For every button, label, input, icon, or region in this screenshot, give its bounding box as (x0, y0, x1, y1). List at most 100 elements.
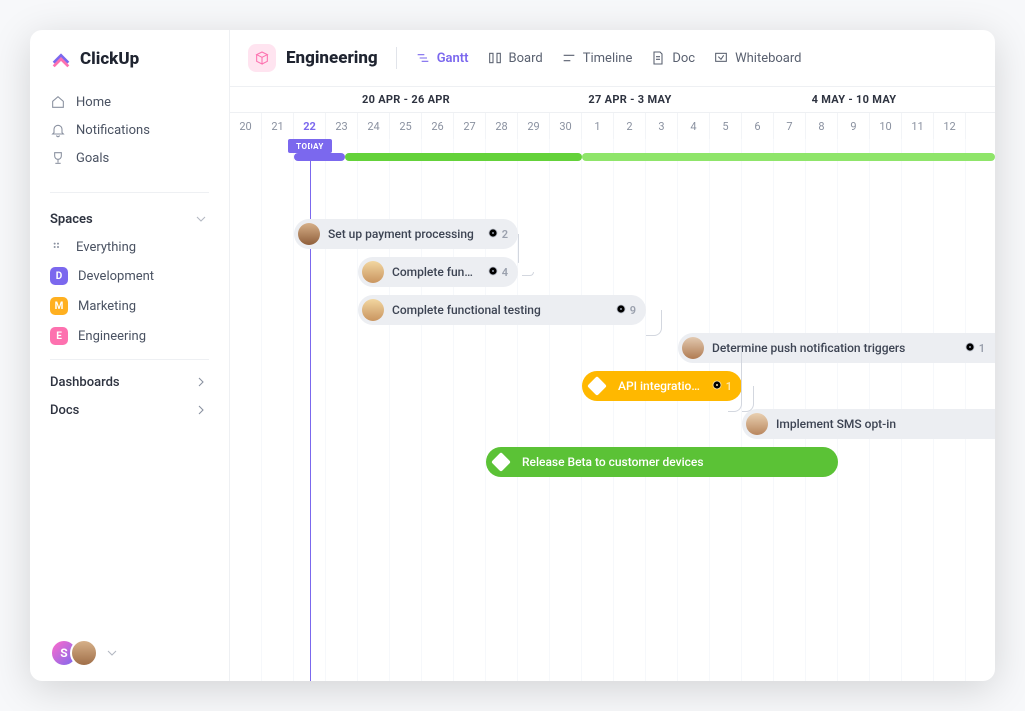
week-label: 27 APR - 3 MAY (518, 87, 742, 112)
dependency-connector (518, 234, 519, 263)
assignee-avatar (298, 223, 320, 245)
gantt-task-milestone[interactable]: API integration...1 (582, 371, 742, 401)
view-tab-board-label: Board (509, 51, 543, 66)
subtask-count: 1 (964, 341, 985, 356)
chevron-down-icon (104, 645, 120, 661)
week-label: 20 APR - 26 APR (294, 87, 518, 112)
view-tab-timeline[interactable]: Timeline (561, 50, 633, 66)
brand-name: ClickUp (80, 49, 139, 69)
day-cell: 25 (390, 113, 422, 139)
gantt-summary-bar (230, 153, 995, 161)
bell-icon (50, 122, 66, 138)
current-space-label: Engineering (286, 48, 378, 68)
subtask-icon (487, 265, 499, 280)
day-cell: 23 (326, 113, 358, 139)
day-cell: 10 (870, 113, 902, 139)
gantt-body[interactable]: TODAYSet up payment processing2Complete … (230, 139, 995, 681)
day-cell: 5 (710, 113, 742, 139)
day-cell: 20 (230, 113, 262, 139)
clickup-logo-icon (50, 48, 72, 70)
assignee-avatar (362, 299, 384, 321)
day-cell: 30 (550, 113, 582, 139)
nav-notifications-label: Notifications (76, 123, 150, 138)
diamond-icon (491, 452, 511, 472)
gantt-task-bar[interactable]: Complete functio... 4 (358, 257, 518, 287)
dependency-connector (646, 310, 662, 336)
gantt-task-bar[interactable]: Determine push notification triggers1 (678, 333, 995, 363)
task-label: Release Beta to customer devices (522, 455, 828, 469)
gantt-task-bar[interactable]: Implement SMS opt-in (742, 409, 995, 439)
view-tab-board[interactable]: Board (487, 50, 543, 66)
day-cell: 27 (454, 113, 486, 139)
trophy-icon (50, 150, 66, 166)
dependency-connector (742, 386, 754, 412)
day-cell: 1 (582, 113, 614, 139)
day-cell: 24 (358, 113, 390, 139)
user-avatar-photo (70, 639, 98, 667)
nav-notifications[interactable]: Notifications (30, 116, 229, 144)
view-tab-whiteboard[interactable]: Whiteboard (713, 50, 801, 66)
app-window: ClickUp Home Notifications Goals Spaces … (30, 30, 995, 681)
day-cell: 11 (902, 113, 934, 139)
user-switcher[interactable]: S (30, 625, 229, 681)
nav-home[interactable]: Home (30, 88, 229, 116)
gantt-week-header: 20 APR - 26 APR 27 APR - 3 MAY 4 MAY - 1… (230, 87, 995, 113)
sidebar-item-marketing[interactable]: M Marketing (30, 291, 229, 321)
nav-goals-label: Goals (76, 151, 109, 166)
day-cell: 12 (934, 113, 966, 139)
gantt-task-bar[interactable]: Set up payment processing2 (294, 219, 518, 249)
day-cell: 22 (294, 113, 326, 139)
space-label-engineering: Engineering (78, 329, 146, 344)
day-cell: 2 (614, 113, 646, 139)
day-cell: 6 (742, 113, 774, 139)
home-icon (50, 94, 66, 110)
cube-icon (248, 44, 276, 72)
whiteboard-icon (713, 50, 729, 66)
divider (396, 47, 397, 69)
day-cell: 26 (422, 113, 454, 139)
day-cell: 8 (806, 113, 838, 139)
view-tab-timeline-label: Timeline (583, 51, 633, 66)
nav-goals[interactable]: Goals (30, 144, 229, 172)
sidebar-item-engineering[interactable]: E Engineering (30, 321, 229, 351)
nav-home-label: Home (76, 95, 111, 110)
spaces-label: Spaces (50, 212, 93, 227)
day-cell: 21 (262, 113, 294, 139)
dependency-connector (728, 348, 742, 412)
board-icon (487, 50, 503, 66)
space-badge-development: D (50, 267, 68, 285)
sidebar-item-everything[interactable]: Everything (30, 233, 229, 261)
gantt-task-bar[interactable]: Complete functional testing9 (358, 295, 646, 325)
gantt-chart[interactable]: 20 APR - 26 APR 27 APR - 3 MAY 4 MAY - 1… (230, 87, 995, 681)
subtask-count: 9 (615, 303, 636, 318)
sidebar: ClickUp Home Notifications Goals Spaces … (30, 30, 230, 681)
gantt-day-header: 2021222324252627282930123456789101112 (230, 113, 995, 139)
view-tab-doc[interactable]: Doc (650, 50, 695, 66)
subtask-count: 4 (487, 265, 508, 280)
task-label: Implement SMS opt-in (776, 417, 985, 431)
task-label: API integration... (618, 379, 703, 393)
section-dashboards[interactable]: Dashboards (30, 368, 229, 396)
docs-label: Docs (50, 403, 79, 418)
space-badge-engineering: E (50, 327, 68, 345)
assignee-avatar (362, 261, 384, 283)
view-tab-gantt[interactable]: Gantt (415, 50, 469, 66)
task-label: Complete functio... (392, 265, 479, 279)
gantt-task-milestone[interactable]: Release Beta to customer devices (486, 447, 838, 477)
view-tab-gantt-label: Gantt (437, 51, 469, 66)
section-docs[interactable]: Docs (30, 396, 229, 424)
view-tab-whiteboard-label: Whiteboard (735, 51, 801, 66)
week-label: 4 MAY - 10 MAY (742, 87, 966, 112)
main-area: Engineering Gantt Board Timeline Doc W (230, 30, 995, 681)
brand-logo[interactable]: ClickUp (30, 30, 229, 84)
primary-nav: Home Notifications Goals (30, 84, 229, 184)
day-cell: 4 (678, 113, 710, 139)
subtask-icon (487, 227, 499, 242)
current-space-chip[interactable]: Engineering (248, 44, 378, 72)
subtask-icon (964, 341, 976, 356)
dashboards-label: Dashboards (50, 375, 120, 390)
spaces-header[interactable]: Spaces (30, 201, 229, 233)
day-cell: 9 (838, 113, 870, 139)
sidebar-item-development[interactable]: D Development (30, 261, 229, 291)
diamond-icon (587, 376, 607, 396)
